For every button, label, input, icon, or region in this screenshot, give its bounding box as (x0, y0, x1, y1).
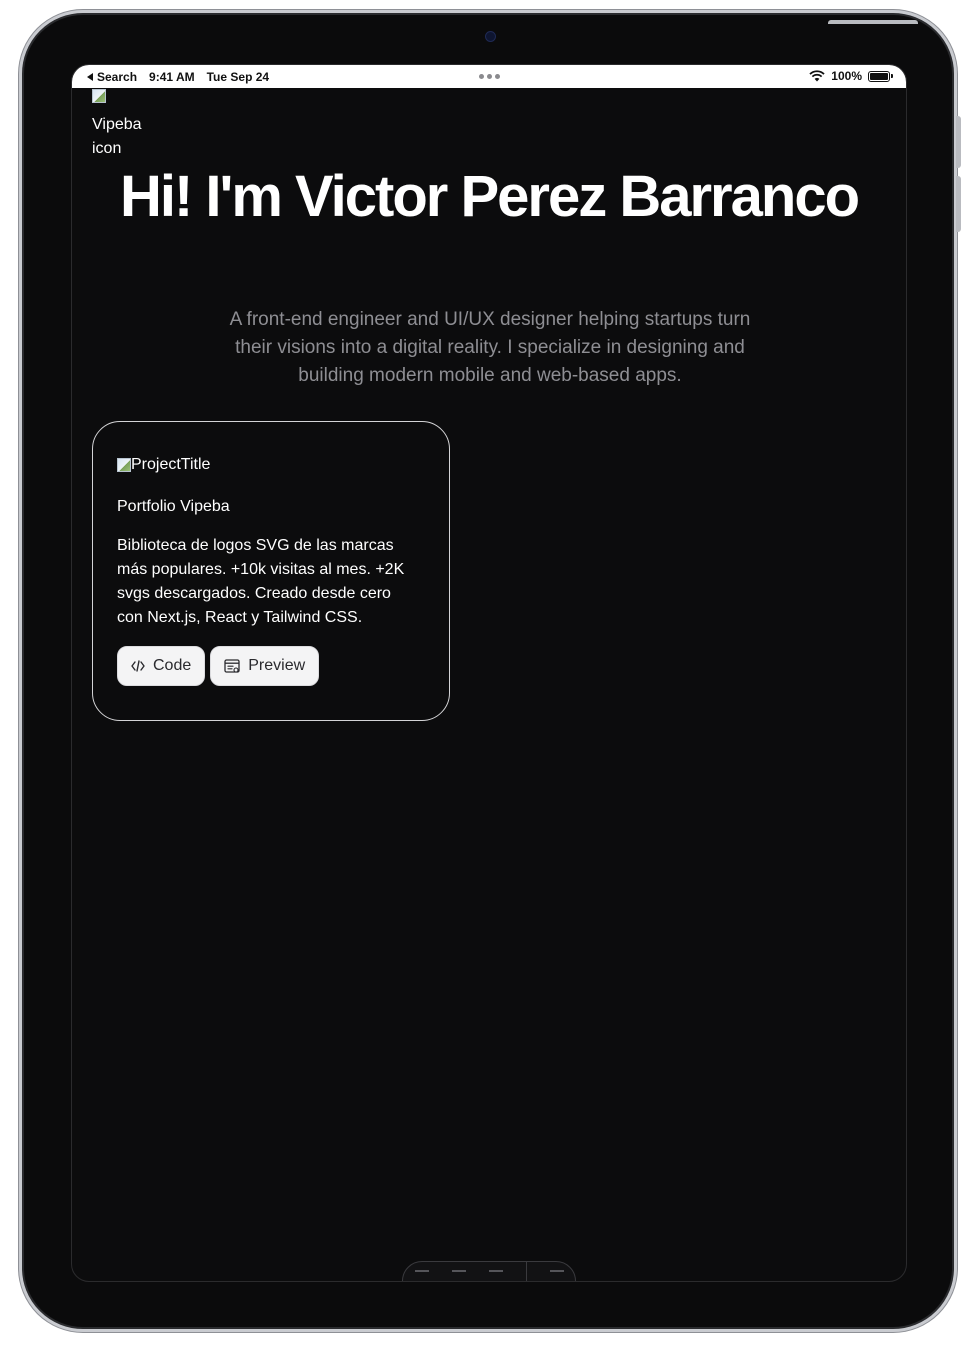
broken-image-icon (117, 458, 131, 472)
back-to-search[interactable]: Search (87, 70, 137, 84)
back-arrow-icon (87, 73, 93, 81)
battery-percent: 100% (831, 69, 862, 83)
bottom-dock[interactable] (402, 1261, 576, 1281)
broken-image-icon (92, 89, 106, 103)
code-button[interactable]: Code (117, 646, 206, 686)
dock-item-3[interactable] (488, 1270, 503, 1281)
screen: Search 9:41 AM Tue Sep 24 100% Vipeba ic… (71, 64, 907, 1282)
back-label: Search (97, 70, 138, 84)
preview-button[interactable]: Preview (210, 646, 320, 686)
hero-subtitle: A front-end engineer and UI/UX designer … (229, 309, 751, 386)
volume-down-button (956, 176, 961, 232)
dock-item-2[interactable] (451, 1270, 466, 1281)
dock-item-4[interactable] (549, 1270, 564, 1281)
volume-up-button (956, 116, 961, 168)
project-card: ProjectTitle Portfolio Vipeba Biblioteca… (92, 421, 450, 721)
battery-icon (868, 70, 893, 82)
status-date: Tue Sep 24 (206, 70, 270, 84)
dock-separator (525, 1262, 527, 1281)
front-camera (485, 31, 496, 42)
code-icon (131, 660, 145, 672)
status-time: 9:41 AM (149, 70, 195, 84)
top-button (828, 20, 918, 24)
logo-alt-text: Vipeba icon (92, 116, 142, 157)
status-bar: Search 9:41 AM Tue Sep 24 100% (72, 65, 906, 88)
multitasking-dots[interactable] (479, 74, 500, 79)
project-image-alt: ProjectTitle (131, 456, 211, 473)
wifi-icon (809, 70, 825, 82)
code-button-label: Code (153, 657, 192, 674)
preview-button-label: Preview (248, 657, 306, 674)
project-name: Portfolio Vipeba (117, 498, 230, 515)
hero-title: Hi! I'm Victor Perez Barranco (120, 164, 860, 229)
site-logo[interactable]: Vipeba icon (92, 89, 152, 161)
dock-item-1[interactable] (414, 1270, 429, 1281)
project-image: ProjectTitle (117, 454, 210, 476)
project-description: Biblioteca de logos SVG de las marcas má… (117, 537, 405, 626)
browser-preview-icon (224, 658, 240, 673)
